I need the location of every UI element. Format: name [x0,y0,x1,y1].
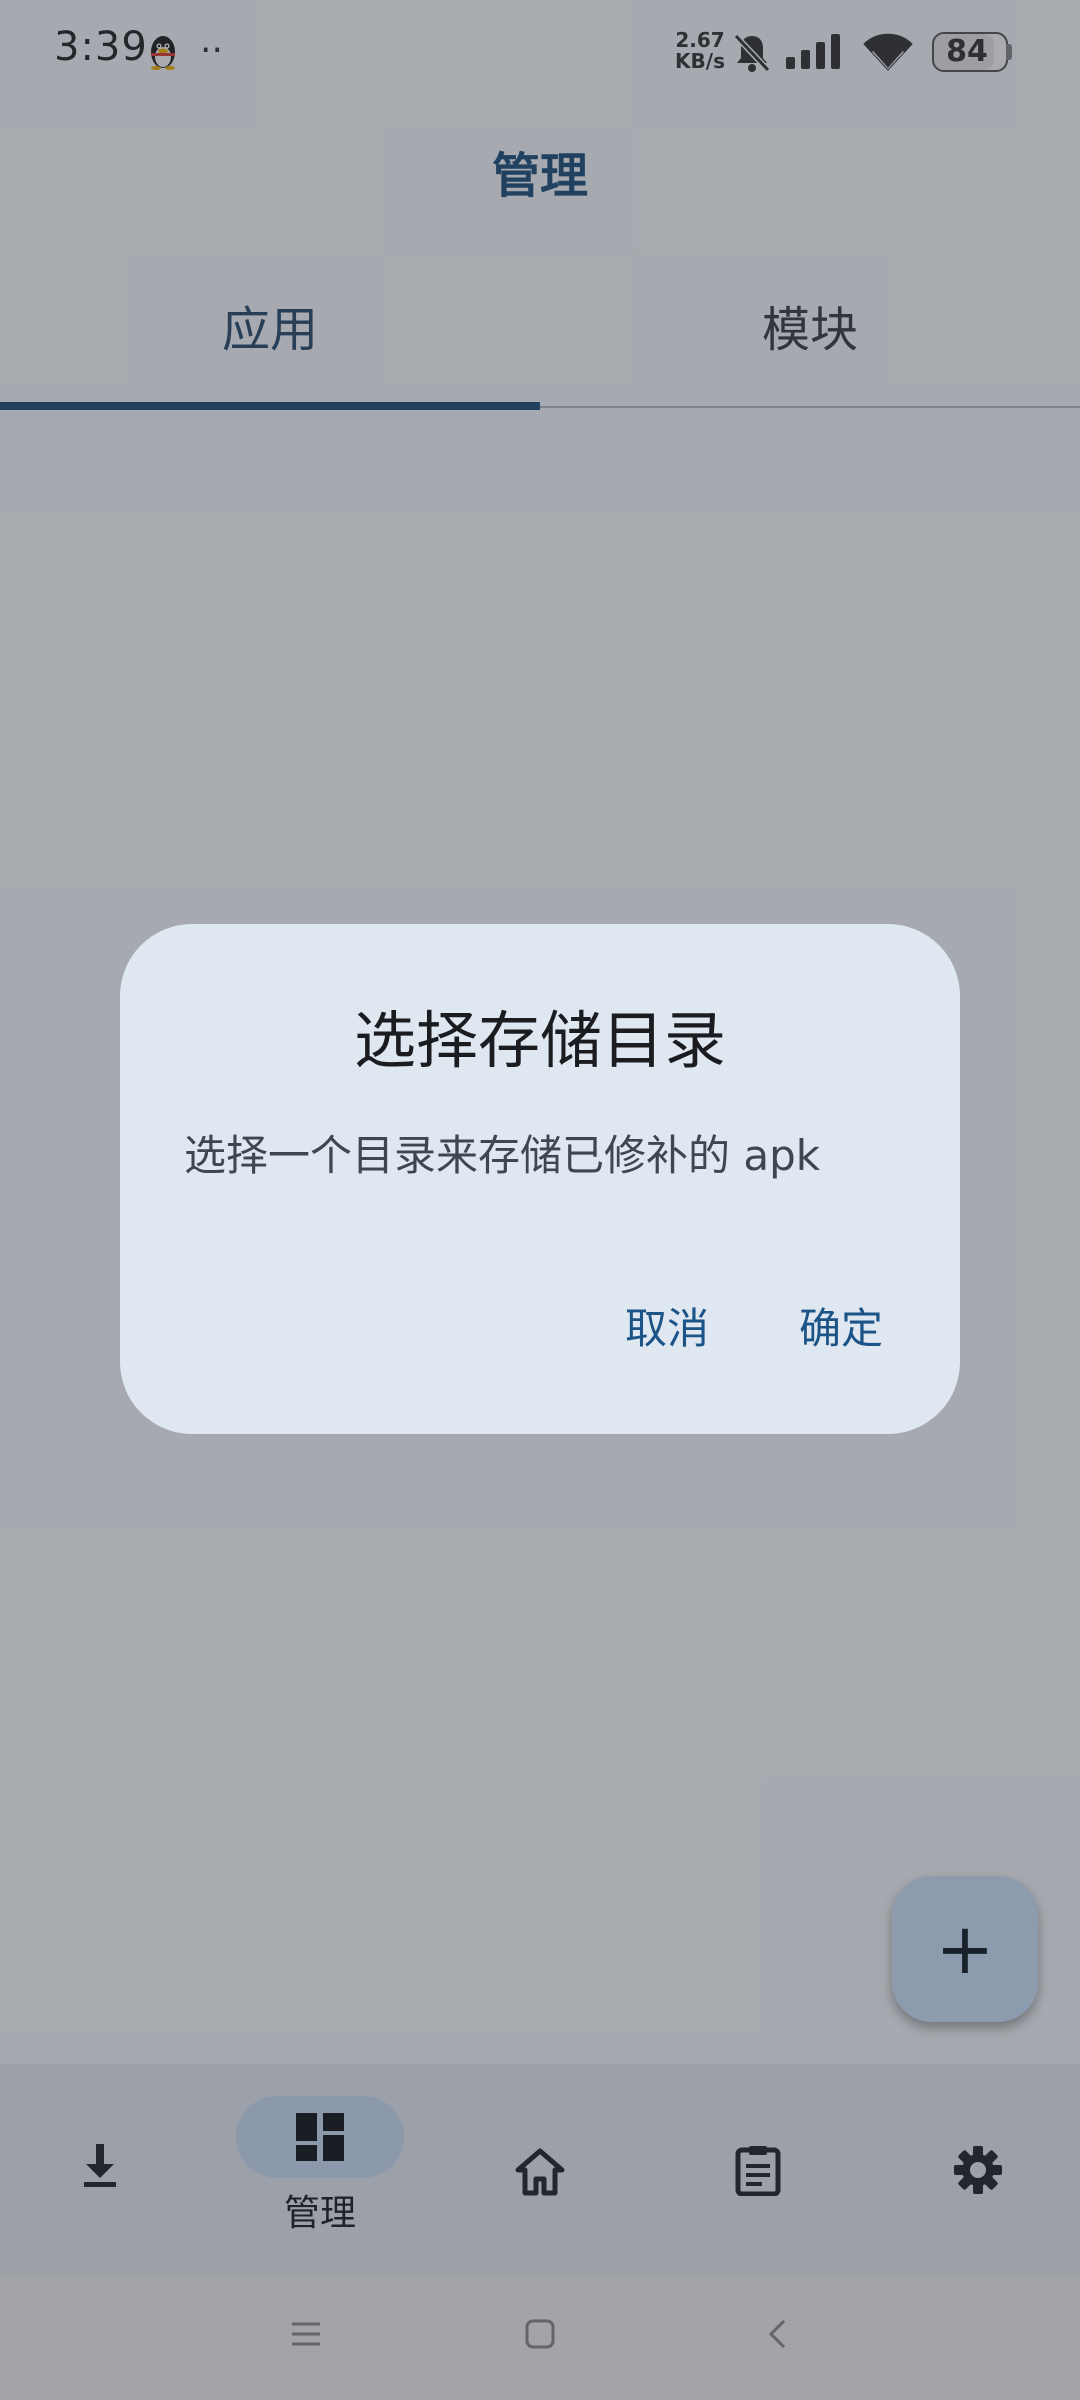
dialog-actions: 取消 确定 [120,1274,960,1384]
confirm-button[interactable]: 确定 [756,1274,926,1384]
dialog-title: 选择存储目录 [353,1004,726,1077]
cancel-button[interactable]: 取消 [582,1274,752,1384]
select-directory-dialog: 选择存储目录 选择一个目录来存储已修补的 apk 取消 确定 [120,924,960,1434]
dialog-message: 选择一个目录来存储已修补的 apk [184,1131,821,1180]
